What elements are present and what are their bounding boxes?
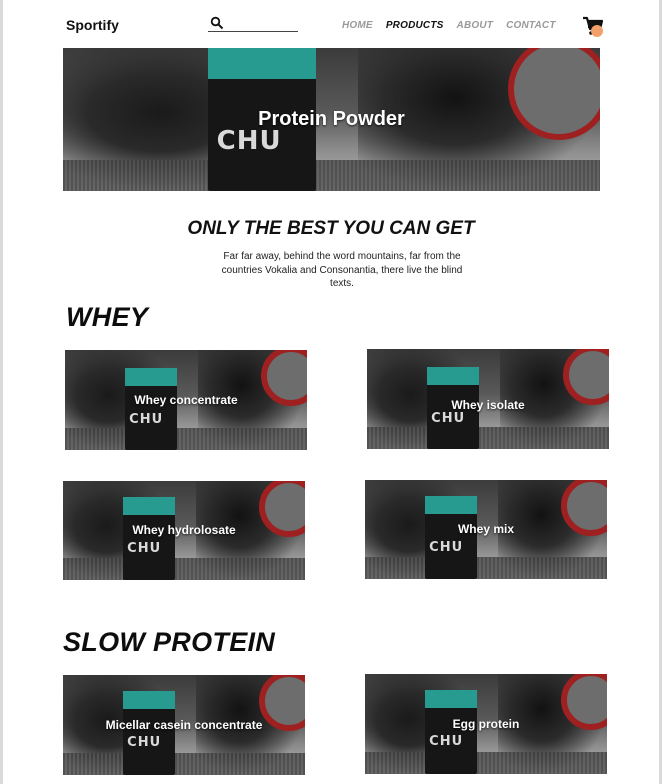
product-card-whey-isolate[interactable]: CHU Whey isolate (367, 349, 609, 449)
nav-contact[interactable]: CONTACT (506, 20, 556, 31)
intro-heading: ONLY THE BEST YOU CAN GET (187, 218, 475, 239)
product-card-egg-protein[interactable]: CHU Egg protein (365, 674, 607, 774)
product-card-whey-hydrolosate[interactable]: CHU Whey hydrolosate (63, 481, 305, 580)
window-frame-left (0, 0, 3, 784)
intro-text: Far far away, behind the word mountains,… (221, 251, 463, 289)
product-card-whey-concentrate[interactable]: CHU Whey concentrate (65, 350, 307, 450)
main-nav: HOME PRODUCTS ABOUT CONTACT (342, 20, 569, 31)
product-label: Whey mix (457, 522, 514, 536)
nav-products[interactable]: PRODUCTS (386, 20, 444, 31)
product-label: Micellar casein concentrate (105, 718, 263, 732)
search-bar[interactable] (208, 16, 298, 32)
nav-about[interactable]: ABOUT (457, 20, 494, 31)
nav-home[interactable]: HOME (342, 20, 373, 31)
hero-title: Protein Powder (258, 108, 405, 130)
product-label: Whey isolate (451, 398, 525, 412)
brand-logo[interactable]: Sportify (66, 17, 119, 33)
section-title-whey: WHEY (66, 302, 149, 332)
search-input[interactable] (226, 16, 296, 29)
product-card-whey-mix[interactable]: CHU Whey mix (365, 480, 607, 579)
product-label: Egg protein (452, 717, 520, 731)
search-icon[interactable] (210, 16, 224, 30)
cart-badge (591, 25, 603, 37)
product-card-micellar-casein[interactable]: CHU Micellar casein concentrate (63, 675, 305, 775)
product-label: Whey concentrate (134, 393, 238, 407)
section-title-slow-protein: SLOW PROTEIN (63, 627, 276, 657)
hero-banner: CHU Protein Powder (63, 48, 600, 191)
product-label: Whey hydrolosate (132, 523, 236, 537)
